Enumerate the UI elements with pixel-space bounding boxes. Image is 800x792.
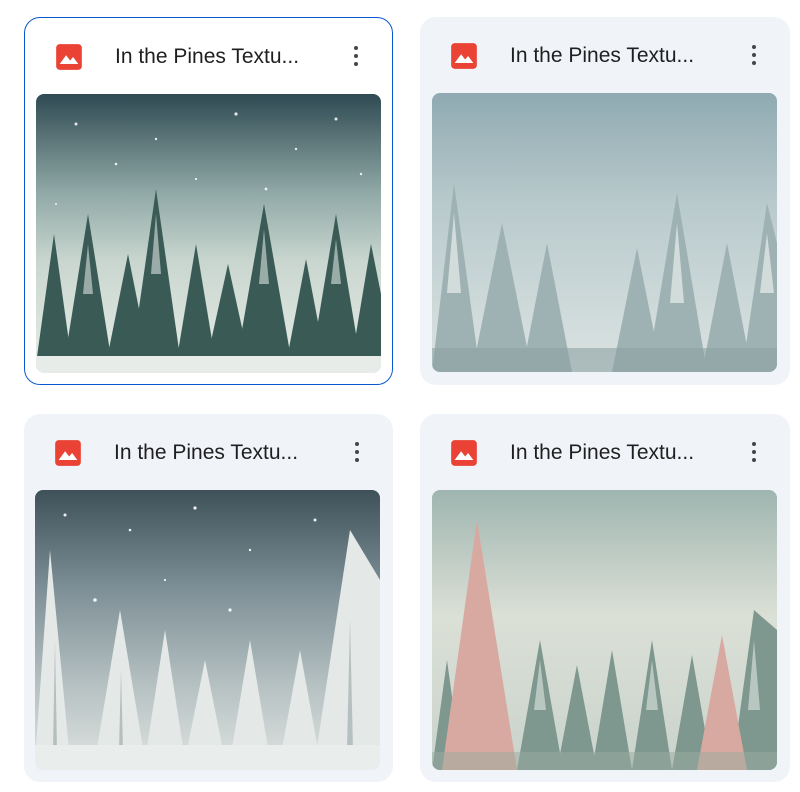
file-card[interactable]: In the Pines Textu... bbox=[24, 414, 393, 782]
file-card-header[interactable]: In the Pines Textu... bbox=[420, 414, 790, 490]
file-card[interactable]: In the Pines Textu... bbox=[24, 17, 393, 385]
file-thumbnail[interactable] bbox=[35, 490, 380, 770]
image-file-icon bbox=[55, 440, 81, 466]
file-card-header[interactable]: In the Pines Textu... bbox=[24, 414, 393, 490]
image-file-icon bbox=[56, 44, 82, 70]
image-file-icon bbox=[451, 440, 477, 466]
file-card-header[interactable]: In the Pines Textu... bbox=[420, 17, 790, 93]
more-vert-icon bbox=[355, 442, 359, 446]
more-vert-icon bbox=[752, 442, 756, 446]
file-title: In the Pines Textu... bbox=[510, 441, 695, 464]
more-options-button[interactable] bbox=[738, 435, 770, 469]
file-title: In the Pines Textu... bbox=[114, 441, 299, 464]
image-file-icon bbox=[451, 43, 477, 69]
more-vert-icon bbox=[354, 46, 358, 50]
file-thumbnail[interactable] bbox=[432, 93, 777, 372]
file-title: In the Pines Textu... bbox=[510, 44, 695, 67]
file-title: In the Pines Textu... bbox=[115, 45, 300, 68]
more-options-button[interactable] bbox=[341, 435, 373, 469]
file-thumbnail[interactable] bbox=[432, 490, 777, 770]
file-thumbnail[interactable] bbox=[36, 94, 381, 373]
file-card[interactable]: In the Pines Textu... bbox=[420, 414, 790, 782]
more-vert-icon bbox=[752, 45, 756, 49]
file-card-header[interactable]: In the Pines Textu... bbox=[25, 18, 392, 94]
more-options-button[interactable] bbox=[340, 39, 372, 73]
file-card[interactable]: In the Pines Textu... bbox=[420, 17, 790, 385]
more-options-button[interactable] bbox=[738, 38, 770, 72]
